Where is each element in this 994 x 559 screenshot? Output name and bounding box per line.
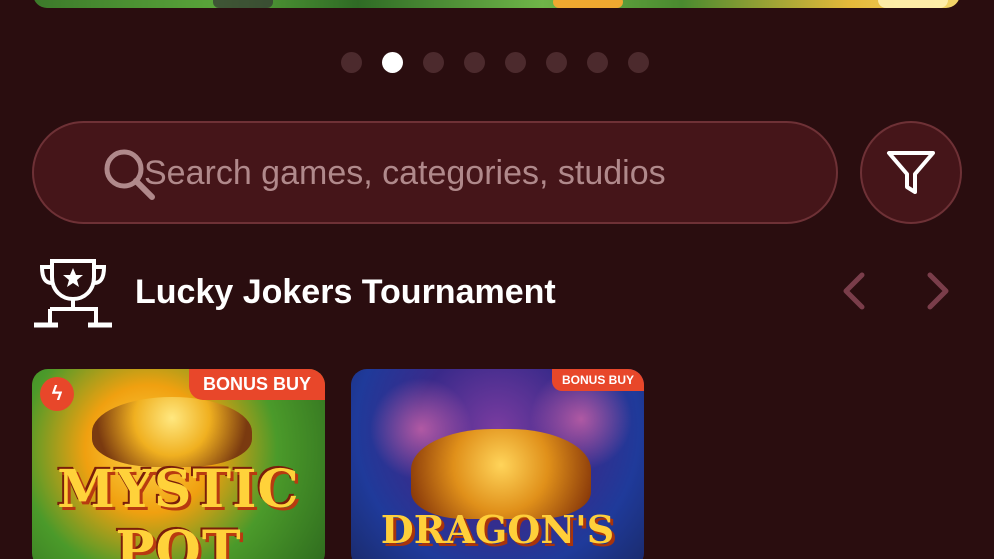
filter-icon xyxy=(887,150,935,194)
bonus-buy-badge: BONUS BUY xyxy=(551,369,644,391)
banner-art xyxy=(878,0,948,8)
game-card[interactable]: ϟ BONUS BUY MYSTIC POT xyxy=(32,369,325,559)
game-title: MYSTIC POT xyxy=(57,459,300,559)
carousel-dot[interactable] xyxy=(505,52,526,73)
carousel-dot[interactable] xyxy=(341,52,362,73)
promo-banner[interactable] xyxy=(33,0,960,8)
search-bar[interactable] xyxy=(32,121,838,224)
search-input[interactable] xyxy=(144,141,804,205)
carousel-dot[interactable] xyxy=(628,52,649,73)
game-title: DRAGON'S xyxy=(380,507,615,552)
lightning-icon: ϟ xyxy=(40,377,74,411)
carousel-dots xyxy=(341,52,649,73)
banner-art xyxy=(553,0,623,8)
section-header: Lucky Jokers Tournament xyxy=(32,255,962,330)
carousel-dot[interactable] xyxy=(423,52,444,73)
carousel-dot[interactable] xyxy=(587,52,608,73)
carousel-dot-active[interactable] xyxy=(382,52,403,73)
banner-art xyxy=(213,0,273,8)
carousel-dot[interactable] xyxy=(464,52,485,73)
game-artwork xyxy=(411,429,591,519)
chevron-left-icon[interactable] xyxy=(836,271,876,311)
trophy-icon xyxy=(34,259,112,328)
game-artwork xyxy=(92,397,252,467)
section-title: Lucky Jokers Tournament xyxy=(135,273,556,311)
game-card[interactable]: BONUS BUY DRAGON'S xyxy=(351,369,644,559)
filter-button[interactable] xyxy=(860,121,962,224)
bonus-buy-badge: BONUS BUY xyxy=(188,369,325,400)
chevron-right-icon[interactable] xyxy=(916,271,956,311)
carousel-dot[interactable] xyxy=(546,52,567,73)
